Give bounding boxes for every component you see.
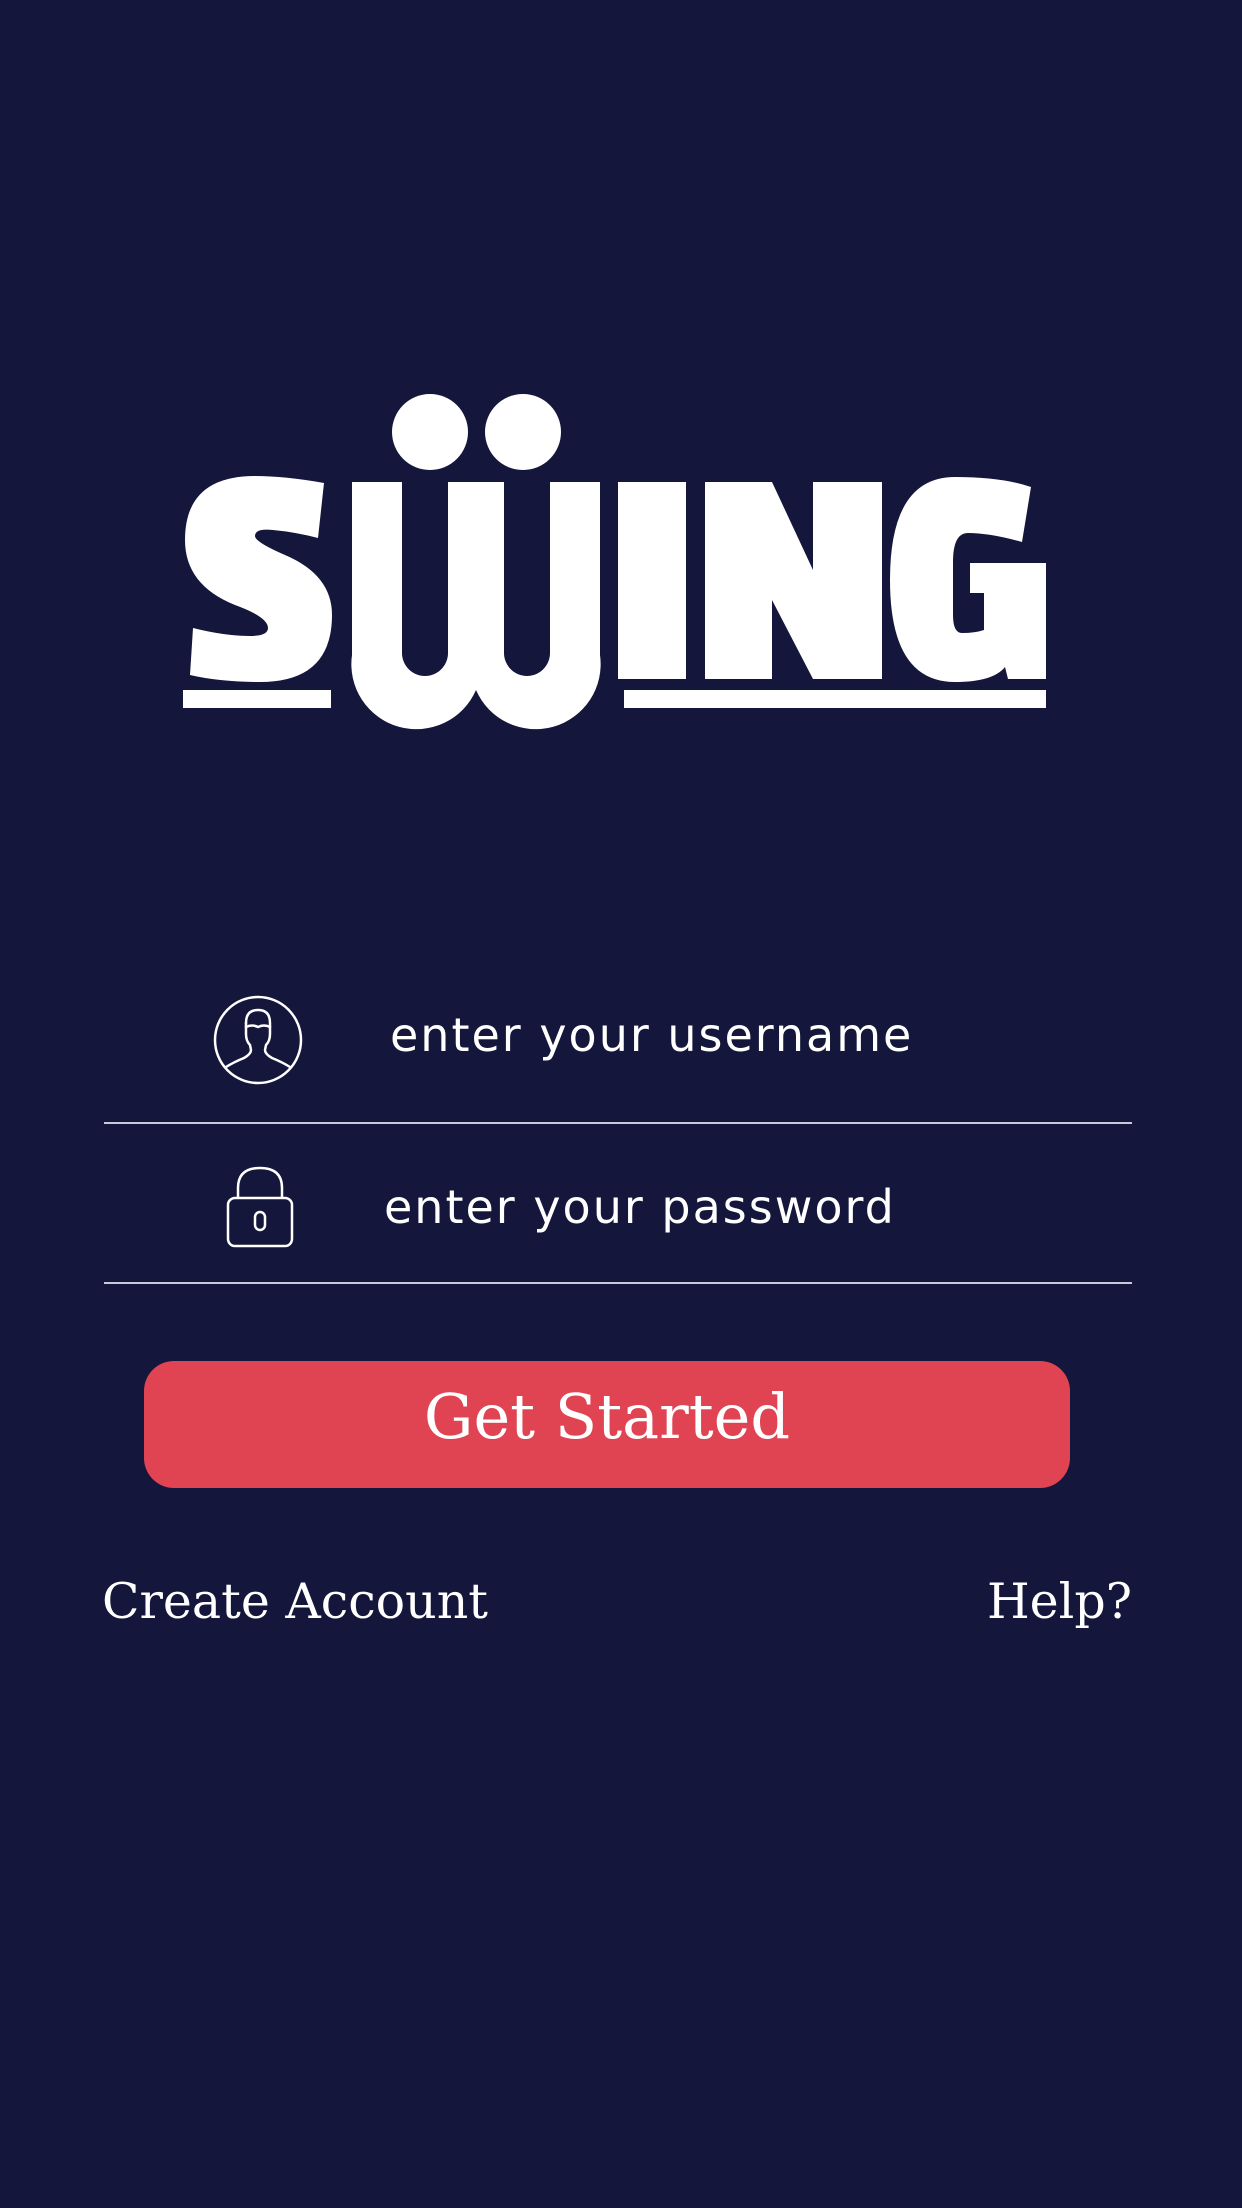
password-input[interactable] — [384, 1172, 1084, 1242]
padlock-icon — [224, 1164, 296, 1250]
user-profile-icon — [212, 994, 304, 1086]
swing-logo — [180, 390, 1060, 735]
username-input[interactable] — [390, 1000, 1090, 1070]
help-link[interactable]: Help? — [987, 1570, 1132, 1634]
username-divider — [104, 1122, 1132, 1124]
password-divider — [104, 1282, 1132, 1284]
create-account-link[interactable]: Create Account — [102, 1570, 488, 1634]
swing-logo-graphic — [183, 394, 1046, 730]
get-started-button[interactable]: Get Started — [144, 1361, 1070, 1488]
